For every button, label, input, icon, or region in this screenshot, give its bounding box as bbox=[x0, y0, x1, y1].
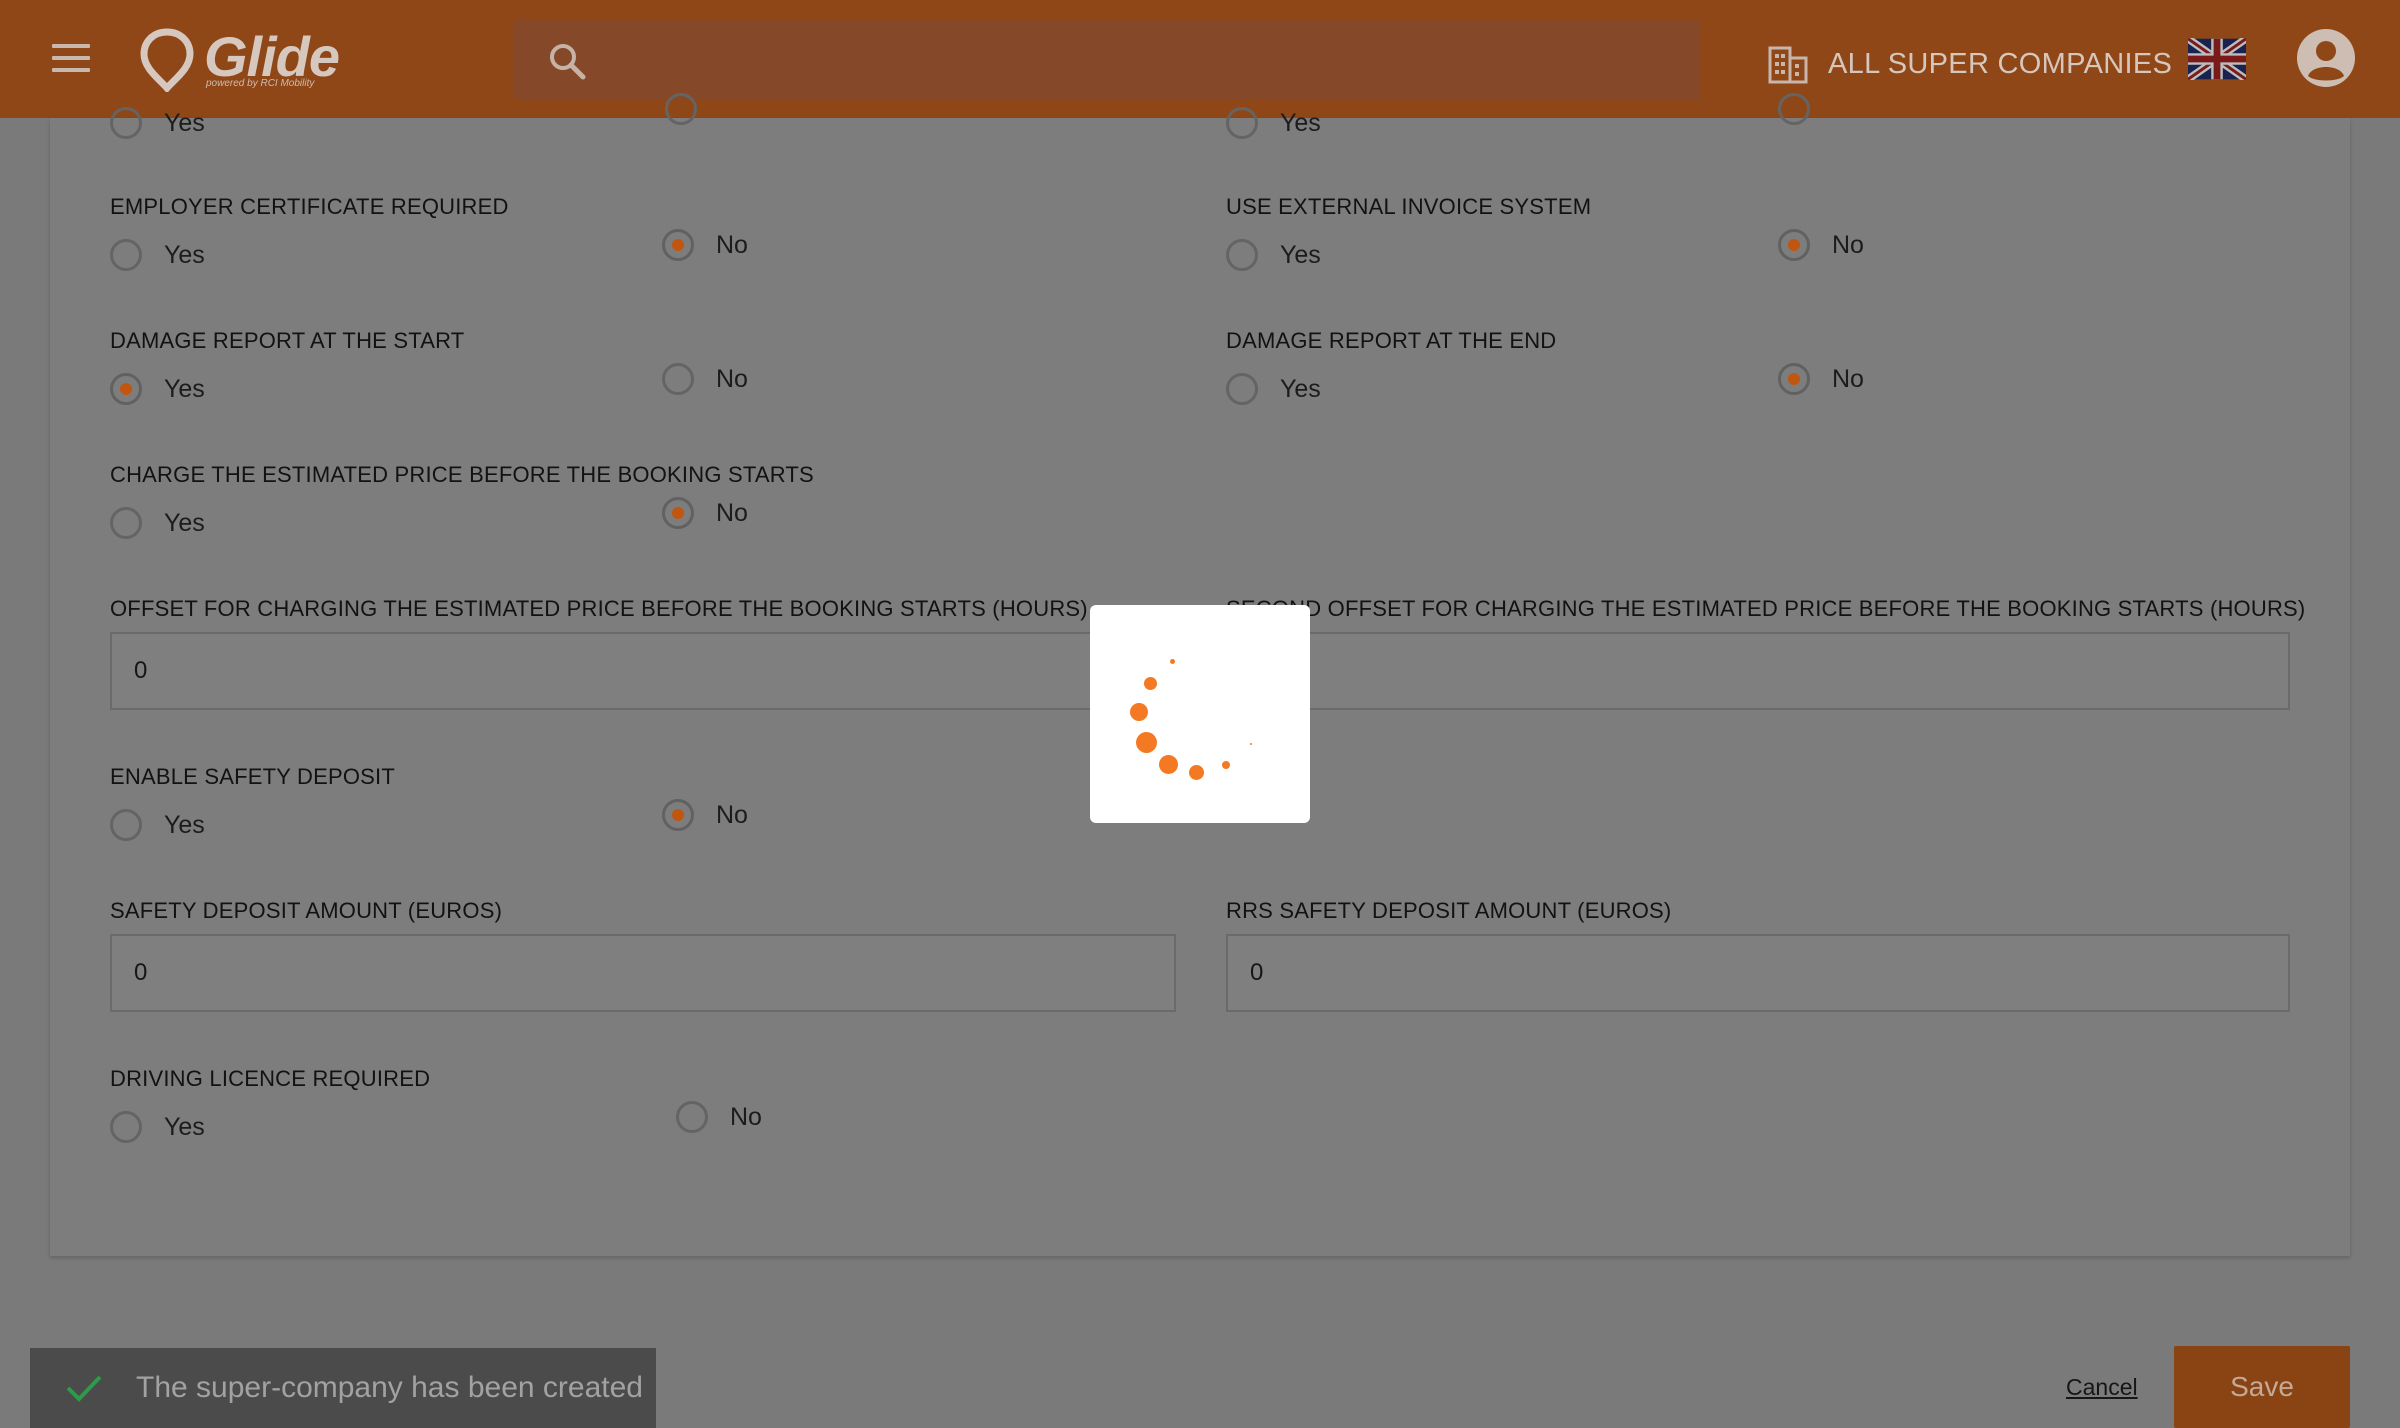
radio-circle bbox=[110, 507, 142, 539]
radio-circle bbox=[676, 1101, 708, 1133]
external-invoice-system-yes-radio[interactable]: Yes bbox=[1226, 238, 1321, 272]
charge-estimated-price-no-radio[interactable]: No bbox=[662, 496, 748, 530]
spinner-dot bbox=[1159, 755, 1178, 774]
radio-label: Yes bbox=[164, 108, 205, 137]
partial-radio-yes-right[interactable]: Yes bbox=[1226, 106, 1321, 140]
search-icon bbox=[550, 44, 586, 80]
radio-label: No bbox=[1832, 230, 1864, 259]
spinner-dot bbox=[1144, 677, 1157, 690]
spinner-dot bbox=[1222, 761, 1230, 769]
radio-label: Yes bbox=[164, 508, 205, 537]
uk-flag-language-icon[interactable] bbox=[2188, 38, 2246, 80]
radio-label: No bbox=[716, 800, 748, 829]
radio-circle bbox=[110, 107, 142, 139]
enable-safety-deposit-no-radio[interactable]: No bbox=[662, 798, 748, 832]
spinner-dot bbox=[1170, 659, 1175, 664]
spinner-dot bbox=[1250, 743, 1252, 745]
charge-estimated-price-yes-radio[interactable]: Yes bbox=[110, 506, 205, 540]
radio-circle bbox=[1226, 107, 1258, 139]
spinner-dot bbox=[1130, 703, 1148, 721]
damage-report-start-yes-radio[interactable]: Yes bbox=[110, 372, 205, 406]
radio-label: No bbox=[716, 498, 748, 527]
radio-circle bbox=[662, 799, 694, 831]
radio-circle bbox=[662, 363, 694, 395]
building-icon bbox=[1768, 46, 1808, 84]
radio-label: Yes bbox=[1280, 374, 1321, 403]
external-invoice-system-no-radio[interactable]: No bbox=[1778, 228, 1864, 262]
radio-circle bbox=[110, 1111, 142, 1143]
spinner-dot bbox=[1136, 732, 1157, 753]
damage-report-end-yes-radio[interactable]: Yes bbox=[1226, 372, 1321, 406]
partial-radio-no-right[interactable] bbox=[1778, 92, 1832, 126]
rrs-safety-deposit-amount-label: RRS SAFETY DEPOSIT AMOUNT (EUROS) bbox=[1226, 898, 1672, 923]
super-company-selector[interactable]: ALL SUPER COMPANIES bbox=[1768, 44, 2172, 84]
toast-message: The super-company has been created bbox=[136, 1371, 643, 1404]
radio-circle bbox=[1778, 93, 1810, 125]
radio-label: Yes bbox=[164, 1112, 205, 1141]
save-button[interactable]: Save bbox=[2174, 1346, 2350, 1428]
radio-circle bbox=[665, 93, 697, 125]
second-offset-hours-label: SECOND OFFSET FOR CHARGING THE ESTIMATED… bbox=[1226, 596, 2306, 621]
damage-report-start-label: DAMAGE REPORT AT THE START bbox=[110, 328, 465, 353]
partial-radio-yes-left[interactable]: Yes bbox=[110, 106, 205, 140]
radio-circle bbox=[1226, 239, 1258, 271]
safety-deposit-amount-input[interactable]: 0 bbox=[110, 934, 1176, 1012]
damage-report-end-no-radio[interactable]: No bbox=[1778, 362, 1864, 396]
radio-label: Yes bbox=[164, 240, 205, 269]
user-account-icon[interactable] bbox=[2296, 28, 2356, 88]
radio-circle bbox=[662, 497, 694, 529]
damage-report-end-label: DAMAGE REPORT AT THE END bbox=[1226, 328, 1557, 353]
rrs-safety-deposit-amount-input[interactable]: 0 bbox=[1226, 934, 2290, 1012]
checkmark-icon bbox=[66, 1375, 102, 1402]
radio-label: Yes bbox=[164, 374, 205, 403]
global-search-bar[interactable] bbox=[514, 20, 1700, 100]
company-selector-label: ALL SUPER COMPANIES bbox=[1828, 47, 2173, 80]
radio-label: No bbox=[716, 364, 748, 393]
radio-label: Yes bbox=[164, 810, 205, 839]
offset-hours-label: OFFSET FOR CHARGING THE ESTIMATED PRICE … bbox=[110, 596, 1088, 621]
second-offset-hours-input[interactable] bbox=[1226, 632, 2290, 710]
enable-safety-deposit-label: ENABLE SAFETY DEPOSIT bbox=[110, 764, 395, 789]
radio-circle bbox=[1778, 363, 1810, 395]
radio-circle bbox=[110, 239, 142, 271]
employer-certificate-label: EMPLOYER CERTIFICATE REQUIRED bbox=[110, 194, 509, 219]
radio-circle bbox=[662, 229, 694, 261]
location-pin-logo-icon bbox=[140, 28, 194, 92]
hamburger-menu-icon[interactable] bbox=[52, 44, 90, 74]
enable-safety-deposit-yes-radio[interactable]: Yes bbox=[110, 808, 205, 842]
loading-spinner-dialog bbox=[1090, 605, 1310, 823]
radio-circle bbox=[110, 809, 142, 841]
success-toast: The super-company has been created bbox=[30, 1348, 656, 1428]
partial-radio-no-left[interactable] bbox=[665, 92, 719, 126]
safety-deposit-amount-label: SAFETY DEPOSIT AMOUNT (EUROS) bbox=[110, 898, 503, 923]
radio-label: No bbox=[730, 1102, 762, 1131]
cancel-link[interactable]: Cancel bbox=[2066, 1374, 2138, 1401]
top-app-bar: Glide powered by RCI Mobility ALL SUPER … bbox=[0, 0, 2400, 118]
charge-estimated-price-label: CHARGE THE ESTIMATED PRICE BEFORE THE BO… bbox=[110, 462, 814, 487]
employer-certificate-no-radio[interactable]: No bbox=[662, 228, 748, 262]
radio-circle bbox=[1226, 373, 1258, 405]
employer-certificate-yes-radio[interactable]: Yes bbox=[110, 238, 205, 272]
driving-licence-yes-radio[interactable]: Yes bbox=[110, 1110, 205, 1144]
radio-label: No bbox=[716, 230, 748, 259]
logo-tagline: powered by RCI Mobility bbox=[206, 78, 315, 89]
driving-licence-no-radio[interactable]: No bbox=[676, 1100, 762, 1134]
damage-report-start-no-radio[interactable]: No bbox=[662, 362, 748, 396]
radio-label: Yes bbox=[1280, 240, 1321, 269]
radio-circle bbox=[110, 373, 142, 405]
driving-licence-required-label: DRIVING LICENCE REQUIRED bbox=[110, 1066, 431, 1091]
radio-label: No bbox=[1832, 364, 1864, 393]
external-invoice-system-label: USE EXTERNAL INVOICE SYSTEM bbox=[1226, 194, 1592, 219]
radio-circle bbox=[1778, 229, 1810, 261]
offset-hours-input[interactable]: 0 bbox=[110, 632, 1176, 710]
glide-logo[interactable]: Glide powered by RCI Mobility bbox=[140, 24, 350, 96]
spinner-dot bbox=[1189, 765, 1204, 780]
radio-label: Yes bbox=[1280, 108, 1321, 137]
